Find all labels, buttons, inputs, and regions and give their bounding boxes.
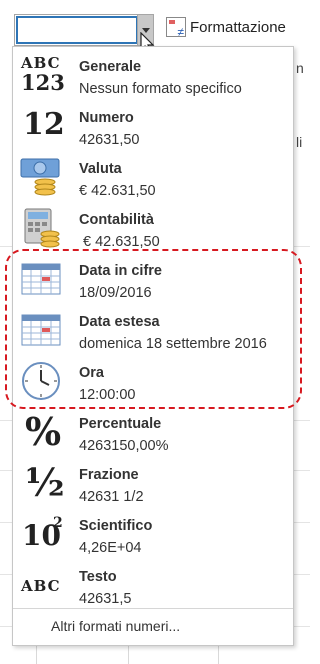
format-item-numero[interactable]: 12 Numero 42631,50 — [13, 101, 293, 152]
format-example: 42631,5 — [79, 591, 132, 607]
menu-separator — [13, 608, 293, 609]
number-format-combobox[interactable] — [14, 14, 154, 46]
format-name: Scientifico — [79, 518, 153, 534]
number-12-icon: 12 — [23, 107, 65, 142]
conditional-format-icon — [166, 17, 186, 39]
conditional-format-button[interactable]: Formattazione — [166, 10, 310, 44]
highlight-dashed-frame — [5, 249, 302, 409]
percent-icon: % — [25, 409, 62, 454]
format-item-valuta[interactable]: Valuta € 42.631,50 — [13, 152, 293, 203]
format-name: Generale — [79, 59, 142, 75]
format-example: 42631 1/2 — [79, 489, 144, 505]
format-name: Frazione — [79, 467, 139, 483]
format-item-scientifico[interactable]: 10 2 Scientifico 4,26E+04 — [13, 509, 293, 560]
more-number-formats-link[interactable]: Altri formati numeri... — [51, 618, 180, 634]
fraction-icon: ½ — [25, 460, 65, 505]
format-item-testo[interactable]: ABC Testo 42631,5 — [13, 560, 293, 611]
text-abc-icon: ABC — [21, 577, 61, 595]
format-item-generale[interactable]: ABC 123 Generale Nessun formato specific… — [13, 50, 293, 101]
format-example: € 42.631,50 — [79, 234, 160, 250]
format-name: Percentuale — [79, 416, 162, 432]
format-name: Numero — [79, 110, 134, 126]
currency-icon — [20, 158, 60, 196]
format-example: € 42.631,50 — [79, 183, 156, 199]
accounting-icon — [24, 208, 60, 248]
abc-123-icon: ABC 123 — [21, 54, 65, 95]
number-format-input[interactable] — [16, 16, 138, 44]
ribbon-text-fragment: n — [296, 60, 304, 76]
conditional-format-label: Formattazione — [190, 18, 286, 36]
format-example: Nessun formato specifico — [79, 81, 242, 97]
format-name: Testo — [79, 569, 117, 585]
format-item-percentuale[interactable]: % Percentuale 4263150,00% — [13, 407, 293, 458]
format-name: Contabilità — [79, 212, 154, 228]
ribbon-text-fragment: li — [296, 134, 303, 150]
format-item-frazione[interactable]: ½ Frazione 42631 1/2 — [13, 458, 293, 509]
format-item-contabilita[interactable]: Contabilità € 42.631,50 — [13, 203, 293, 254]
format-example: 42631,50 — [79, 132, 140, 148]
scientific-icon: 10 2 — [22, 515, 63, 552]
format-name: Valuta — [79, 161, 122, 177]
format-example: 4,26E+04 — [79, 540, 142, 556]
format-example: 4263150,00% — [79, 438, 169, 454]
